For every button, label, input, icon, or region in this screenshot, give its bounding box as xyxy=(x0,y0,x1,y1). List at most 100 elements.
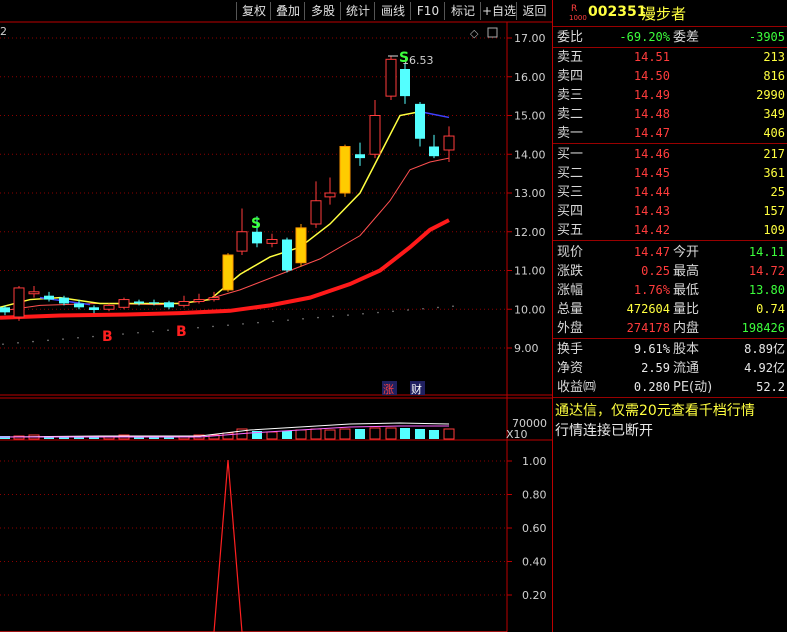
order-level-label: 买五 xyxy=(557,223,584,238)
order-volume: 2990 xyxy=(756,88,785,102)
candlestick xyxy=(13,287,25,318)
price-axis-label: 10.00 xyxy=(514,303,546,316)
order-level-label: 卖四 xyxy=(557,69,584,84)
stat-label: 收益㈣ xyxy=(557,380,597,395)
order-price: 14.45 xyxy=(633,166,670,180)
bid-row[interactable]: 买二 14.45 361 xyxy=(553,164,787,183)
stat-label: 内盘 xyxy=(673,321,700,336)
candlestick xyxy=(369,115,381,155)
period-marker: 2 xyxy=(0,25,7,38)
order-volume: 109 xyxy=(763,223,785,237)
stat-value: 52.2 xyxy=(756,380,785,394)
promo-text[interactable]: 通达信，仅需20元查看千档行情 xyxy=(555,400,755,420)
ask-row[interactable]: 卖一 14.47 406 xyxy=(553,124,787,143)
ask-row[interactable]: 卖二 14.48 349 xyxy=(553,105,787,124)
price-axis-label: 12.00 xyxy=(514,226,546,239)
order-volume: 349 xyxy=(763,107,785,121)
indicator-axis-label: 0.60 xyxy=(522,522,547,535)
indicator-line xyxy=(0,459,507,632)
volume-axis-unit: X10 xyxy=(506,428,528,441)
diamond-icon[interactable]: ◇ xyxy=(470,27,479,40)
order-price: 14.48 xyxy=(633,107,670,121)
volume-bar xyxy=(429,430,439,439)
volume-bar xyxy=(415,429,425,439)
weicha-value: -3905 xyxy=(748,30,785,44)
candlestick xyxy=(324,192,336,198)
candlestick xyxy=(208,297,220,301)
bid-row[interactable]: 买四 14.43 157 xyxy=(553,202,787,221)
stat-row: 换手 9.61% 股本 8.89亿 xyxy=(553,340,787,359)
sell-signal: S xyxy=(399,50,409,66)
limit-up-badge[interactable]: 涨 xyxy=(383,383,394,396)
volume-bar xyxy=(310,428,322,440)
indicator-axis-label: 0.40 xyxy=(522,556,547,569)
candlestick xyxy=(443,135,455,151)
stock-badge-bottom: 1000 xyxy=(569,14,587,22)
candlestick xyxy=(59,297,69,304)
connection-status: 行情连接已断开 xyxy=(555,423,653,439)
order-volume: 406 xyxy=(763,126,785,140)
kline-chart[interactable]: 2 ◇ 17.00 16.00 15.00 14.00 13.00 12.00 11.00 1… xyxy=(0,0,552,632)
order-volume: 816 xyxy=(763,69,785,83)
ask-row[interactable]: 卖三 14.49 2990 xyxy=(553,86,787,105)
candlestick xyxy=(103,304,115,310)
candlestick xyxy=(295,227,307,264)
order-level-label: 卖二 xyxy=(557,107,584,122)
candlestick xyxy=(415,103,425,139)
buy-signal: B xyxy=(102,329,113,345)
volume-bar xyxy=(369,427,381,440)
stat-value: 274178 xyxy=(626,321,670,335)
candlestick xyxy=(118,299,130,308)
candlestick xyxy=(164,302,174,308)
order-price: 14.46 xyxy=(633,147,670,161)
candlestick xyxy=(355,154,365,159)
order-price: 14.51 xyxy=(633,50,670,64)
stat-label: 涨幅 xyxy=(557,283,584,298)
buy-signal: B xyxy=(176,324,187,340)
window-toggle-icon[interactable] xyxy=(487,27,498,38)
bid-row[interactable]: 买一 14.46 217 xyxy=(553,145,787,164)
volume-bar xyxy=(400,428,410,439)
ask-row[interactable]: 卖四 14.50 816 xyxy=(553,67,787,86)
candlestick xyxy=(28,291,40,295)
candlestick xyxy=(44,295,54,300)
price-axis-label: 15.00 xyxy=(514,110,546,123)
stat-value: 14.72 xyxy=(748,264,785,278)
finance-badge[interactable]: 财 xyxy=(411,382,422,396)
stat-value: 8.89亿 xyxy=(744,342,785,356)
candlestick xyxy=(400,69,410,97)
stat-row: 净资 2.59 流通 4.92亿 xyxy=(553,359,787,378)
volume-bar xyxy=(266,431,278,440)
price-axis-label: 11.00 xyxy=(514,265,546,278)
weibi-label: 委比 xyxy=(557,30,584,45)
order-level-label: 买四 xyxy=(557,204,584,219)
stat-label: 外盘 xyxy=(557,321,584,336)
stat-row: 收益㈣ 0.280 PE(动) 52.2 xyxy=(553,378,787,397)
candlestick xyxy=(178,301,190,306)
candlestick xyxy=(429,146,439,157)
price-axis-label: 13.00 xyxy=(514,187,546,200)
order-level-label: 买一 xyxy=(557,147,584,162)
stat-row: 外盘 274178 内盘 198426 xyxy=(553,319,787,338)
indicator-axis-label: 0.20 xyxy=(522,589,547,602)
candlestick xyxy=(193,299,205,302)
stat-value: 14.47 xyxy=(633,245,670,259)
stat-value: 472604 xyxy=(626,302,670,316)
ask-row[interactable]: 卖五 14.51 213 xyxy=(553,48,787,67)
volume-bar xyxy=(222,432,234,440)
stat-label: 最高 xyxy=(673,264,700,279)
price-axis-label: 9.00 xyxy=(514,342,539,355)
quote-panel: R 1000 002351 漫步者 委比 -69.20% 委差 -3905 卖五… xyxy=(552,0,787,632)
order-level-label: 卖三 xyxy=(557,88,584,103)
price-axis-label: 17.00 xyxy=(514,32,546,45)
order-volume: 157 xyxy=(763,204,785,218)
bid-row[interactable]: 买五 14.42 109 xyxy=(553,221,787,240)
stat-label: 最低 xyxy=(673,283,700,298)
bid-row[interactable]: 买三 14.44 25 xyxy=(553,183,787,202)
stat-value: 14.11 xyxy=(748,245,785,259)
stat-value: 13.80 xyxy=(748,283,785,297)
stat-value: 2.59 xyxy=(641,361,670,375)
stat-label: 量比 xyxy=(673,302,700,317)
order-volume: 213 xyxy=(763,50,785,64)
stat-value: 9.61% xyxy=(633,342,670,356)
